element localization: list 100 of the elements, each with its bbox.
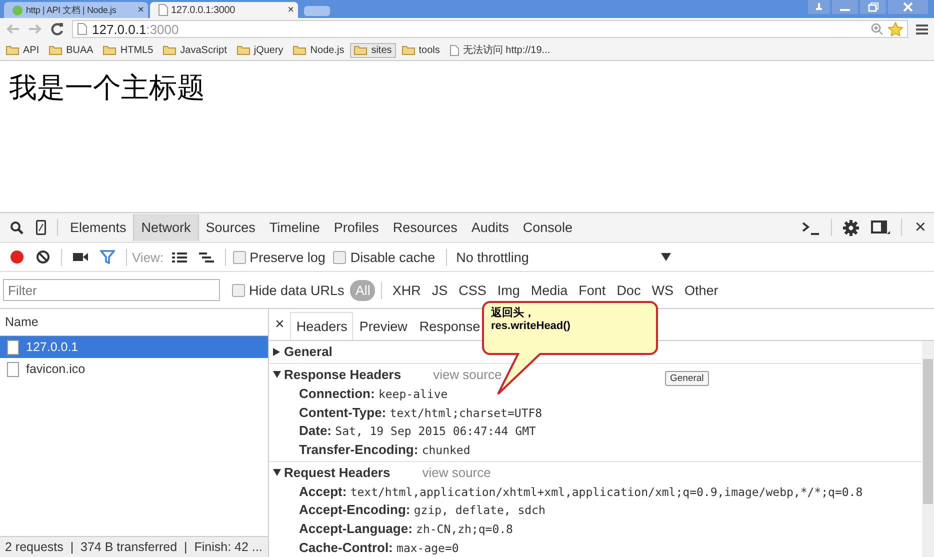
zoom-icon[interactable] [871,23,883,35]
reload-icon[interactable] [50,22,64,36]
folder-icon [354,45,368,55]
detail-tab[interactable]: Headers [290,312,354,340]
checkbox[interactable] [232,284,245,296]
url-text: 127.0.0.1:3000 [92,22,179,36]
type-filter-button[interactable]: JS [426,280,453,300]
detail-tab[interactable]: Response [413,312,486,340]
page-icon [77,23,87,35]
star-icon[interactable] [888,22,903,36]
tab-title: 127.0.0.1:3000 [171,4,236,16]
folder-icon [163,45,176,55]
bookmark[interactable]: 无法访问 http://19... [446,41,554,59]
browser-tab[interactable]: 127.0.0.1:3000 × [150,2,298,18]
devtools-tab[interactable]: Profiles [326,214,386,241]
status-bar: 2 requests | 374 B transferred | Finish: 42 ... [0,536,268,557]
waterfall-icon[interactable] [198,252,214,262]
tab-close-button[interactable]: × [138,4,144,16]
record-button[interactable] [10,250,24,264]
header-line: Date: Sat, 19 Sep 2015 06:47:44 GMT [298,422,537,440]
filter-field[interactable]: Filter [3,279,220,301]
header-line: Transfer-Encoding: chunked [298,441,472,460]
settings-icon[interactable] [842,220,859,236]
callout-text: 返回头， res.writeHead() [491,307,570,333]
type-filter-button[interactable]: Font [574,280,611,300]
restore-icon[interactable] [860,0,886,14]
devtools-tab[interactable]: Sources [198,214,262,241]
devtools-tab[interactable]: Timeline [262,214,327,241]
phone-icon[interactable] [36,220,46,235]
file-icon [7,340,19,354]
dropdown-arrow-icon [660,253,671,261]
page-icon [158,4,168,16]
tab-title: http | API 文档 | Node.js [26,4,118,16]
view-source-link[interactable]: view source [433,367,502,382]
type-filter-button[interactable]: Img [492,280,525,300]
folder-icon [402,45,415,55]
header-line: Connection: keep-alive [298,385,449,403]
view-source-link[interactable]: view source [422,464,491,480]
search-icon[interactable] [10,220,24,234]
header-line: Content-Type: text/html;charset=UTF8 [298,404,544,422]
checkbox[interactable] [333,250,346,264]
folder-icon [293,45,306,55]
dock-icon[interactable] [870,220,890,235]
checkbox-option[interactable]: Hide data URLs [232,282,344,298]
devtools-tab[interactable]: Console [516,214,580,241]
request-row[interactable]: 127.0.0.1 [0,336,268,358]
type-filter-button[interactable]: Media [526,280,573,300]
file-icon [7,362,19,376]
folder-icon [236,45,250,55]
header-line: Cache-Control: max-age=0 [298,538,460,557]
type-filter-button[interactable]: Doc [612,280,646,300]
tab-close-button[interactable]: × [288,4,294,16]
filter-icon[interactable] [100,250,115,264]
page-heading: 我是一个主标题 [9,70,206,106]
type-filter-button[interactable]: WS [646,280,678,300]
header-line: Accept-Language: zh-CN,zh;q=0.8 [298,520,514,538]
section-toggle[interactable]: Request Headers [273,464,390,480]
throttling-dropdown[interactable]: No throttling [456,250,671,264]
browser-tab[interactable]: http | API 文档 | Node.js × [4,2,148,18]
close-icon[interactable] [888,0,928,14]
devtools-tab[interactable]: Audits [464,214,516,241]
request-row[interactable]: favicon.ico [0,358,268,380]
scrollbar[interactable] [922,341,934,557]
menu-icon[interactable] [916,24,928,34]
bookmark[interactable]: jQuery [232,42,288,58]
type-filter-button[interactable]: Other [679,280,724,300]
list-view-icon[interactable] [172,252,187,262]
section-toggle[interactable]: Response Headers [273,367,402,382]
type-filter-button[interactable]: CSS [454,280,492,300]
folder-icon [103,45,116,55]
folder-icon [6,45,19,55]
clear-icon[interactable] [36,250,50,264]
minimize-icon[interactable] [832,0,858,14]
type-filter-button[interactable]: XHR [387,280,426,300]
bookmark[interactable]: sites [350,42,396,58]
page-icon [450,44,459,56]
console-drawer-icon[interactable] [802,220,820,234]
checkbox[interactable] [232,250,246,264]
bookmark[interactable]: BUAA [45,42,98,58]
detail-tab[interactable]: Preview [353,312,414,340]
checkbox-option[interactable]: Disable cache [333,250,436,264]
folder-icon [49,45,62,55]
camera-icon[interactable] [73,252,88,262]
devtools-tab[interactable]: Network [133,214,199,241]
devtools-tab[interactable]: Elements [63,214,134,241]
bookmark[interactable]: JavaScript [159,42,231,58]
checkbox-option[interactable]: Preserve log [232,250,326,264]
header-line: Accept-Encoding: gzip, deflate, sdch [298,501,546,520]
bookmark[interactable]: Node.js [289,42,348,58]
close-button[interactable]: × [906,216,934,238]
close-button[interactable]: × [275,316,290,340]
expanded-triangle-icon [273,468,281,476]
bookmark[interactable]: API [2,42,44,58]
devtools-tab[interactable]: Resources [386,214,464,241]
bookmark[interactable]: tools [398,42,444,58]
expanded-triangle-icon [273,371,281,378]
collapsed-triangle-icon [273,348,280,356]
section-toggle[interactable]: General [273,344,332,359]
bookmark[interactable]: HTML5 [99,42,158,58]
address-field[interactable]: 127.0.0.1:3000 [72,20,908,38]
